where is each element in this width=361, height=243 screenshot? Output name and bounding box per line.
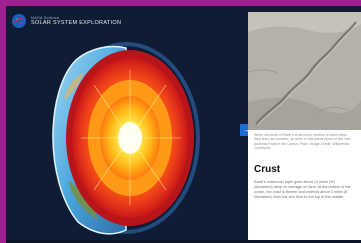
fault-line-photo xyxy=(248,12,361,130)
photo-caption: When sections of Earth's crust move rela… xyxy=(254,133,351,151)
app-window: NASA Science SOLAR SYSTEM EXPLORATION → … xyxy=(6,6,361,243)
site-header: NASA Science SOLAR SYSTEM EXPLORATION xyxy=(12,14,121,28)
site-title[interactable]: SOLAR SYSTEM EXPLORATION xyxy=(31,20,121,27)
section-heading: Crust xyxy=(254,164,281,175)
core-center xyxy=(118,122,142,154)
info-panel: When sections of Earth's crust move rela… xyxy=(248,12,361,243)
section-body: Earth's outermost layer goes about 19 mi… xyxy=(254,180,351,199)
earth-cutaway-illustration xyxy=(52,42,200,235)
nasa-meatball-icon[interactable] xyxy=(12,14,26,28)
